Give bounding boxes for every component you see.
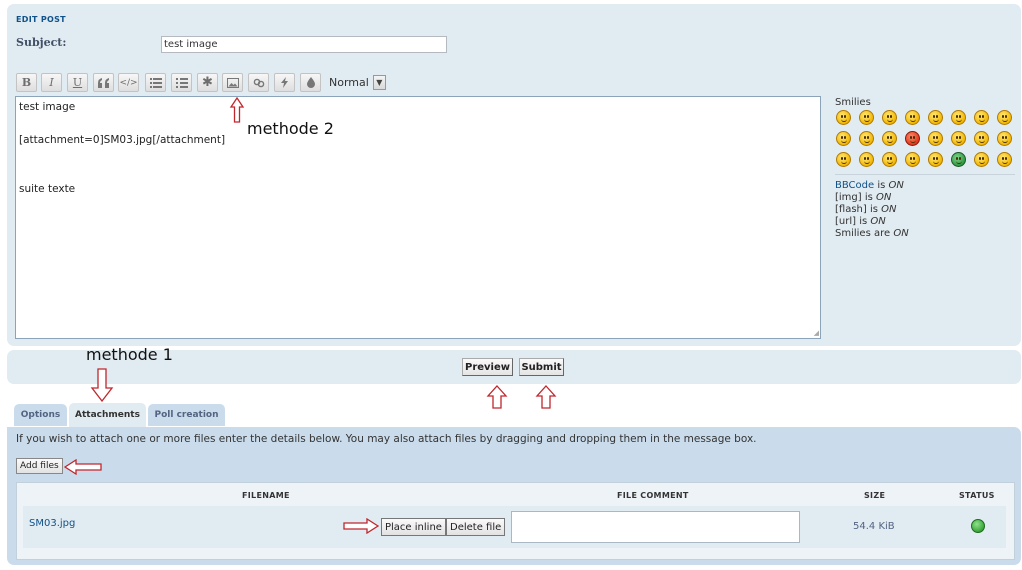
attachments-info: If you wish to attach one or more files …	[16, 433, 757, 445]
image-button[interactable]	[222, 73, 243, 92]
bold-button[interactable]: B	[16, 73, 37, 92]
smiley-icon[interactable]	[997, 152, 1012, 167]
smiley-icon[interactable]	[951, 110, 966, 125]
resize-handle-icon[interactable]: ◢	[814, 329, 819, 337]
smiley-icon[interactable]	[859, 131, 874, 146]
flash-button[interactable]	[274, 73, 295, 92]
smiley-icon[interactable]	[974, 131, 989, 146]
smiley-icon[interactable]	[997, 110, 1012, 125]
place-inline-button[interactable]: Place inline	[381, 518, 446, 536]
smiley-icon[interactable]	[859, 110, 874, 125]
bbcode-status-value: ON	[888, 180, 904, 191]
editor-line: suite texte	[19, 183, 76, 195]
image-icon	[226, 77, 239, 88]
subject-input[interactable]: test image	[161, 36, 447, 53]
numbered-list-icon	[175, 77, 188, 88]
annotation-arrow-left-icon	[64, 459, 102, 475]
url-status: [url] is ON	[835, 216, 886, 227]
smiley-icon[interactable]	[836, 152, 851, 167]
annotation-method-1: methode 1	[86, 345, 173, 364]
bullet-list-button[interactable]	[145, 73, 166, 92]
smilies-status-value: ON	[893, 228, 909, 239]
img-status: [img] is ON	[835, 192, 891, 203]
file-name-link[interactable]: SM03.jpg	[29, 518, 75, 529]
annotation-arrow-right-icon	[343, 518, 379, 534]
column-header-comment: FILE COMMENT	[617, 491, 689, 500]
annotation-arrow-up-icon	[535, 385, 557, 409]
flash-status: [flash] is ON	[835, 204, 897, 215]
underline-button[interactable]: U	[67, 73, 88, 92]
add-files-button[interactable]: Add files	[16, 458, 63, 474]
smilies-status-label: Smilies are	[835, 228, 891, 239]
flash-status-label: [flash] is	[835, 204, 878, 215]
smiley-icon[interactable]	[905, 152, 920, 167]
submit-button[interactable]: Submit	[519, 358, 564, 376]
smiley-icon[interactable]	[928, 131, 943, 146]
img-status-value: ON	[876, 192, 892, 203]
list-item-button[interactable]: ✱	[197, 73, 218, 92]
smiley-icon[interactable]	[974, 152, 989, 167]
file-size: 54.4 KiB	[853, 521, 895, 532]
flash-status-value: ON	[881, 204, 897, 215]
quote-icon	[97, 77, 109, 88]
annotation-arrow-up-icon	[486, 385, 508, 409]
chevron-down-icon: ▼	[372, 75, 386, 90]
img-status-label: [img] is	[835, 192, 873, 203]
smiley-icon[interactable]	[928, 152, 943, 167]
url-status-value: ON	[870, 216, 886, 227]
smiley-icon[interactable]	[859, 152, 874, 167]
tab-attachments[interactable]: Attachments	[69, 403, 146, 427]
tab-options[interactable]: Options	[14, 404, 67, 426]
column-header-size: SIZE	[864, 491, 886, 500]
message-editor[interactable]: test image [attachment=0]SM03.jpg[/attac…	[15, 96, 821, 339]
check-icon	[971, 519, 985, 533]
bbcode-status: BBCode is ON	[835, 180, 904, 191]
smilies-status: Smilies are ON	[835, 228, 909, 239]
quote-button[interactable]	[93, 73, 114, 92]
color-drop-icon	[306, 77, 315, 88]
annotation-arrow-up-icon	[229, 97, 245, 123]
code-icon: </>	[119, 77, 138, 88]
link-icon	[253, 78, 264, 87]
smiley-icon[interactable]	[836, 110, 851, 125]
code-button[interactable]: </>	[118, 73, 139, 92]
column-header-status: STATUS	[959, 491, 995, 500]
divider	[835, 174, 1015, 175]
url-status-label: [url] is	[835, 216, 868, 227]
smilies-title: Smilies	[835, 97, 871, 108]
annotation-method-2: methode 2	[247, 119, 334, 138]
editor-line: [attachment=0]SM03.jpg[/attachment]	[19, 134, 226, 146]
panel-title: EDIT POST	[16, 15, 66, 24]
smiley-icon[interactable]	[905, 110, 920, 125]
numbered-list-button[interactable]	[171, 73, 192, 92]
color-button[interactable]	[300, 73, 321, 92]
link-button[interactable]	[248, 73, 269, 92]
lightning-icon	[280, 77, 288, 88]
smiley-icon[interactable]	[951, 131, 966, 146]
asterisk-icon: ✱	[202, 75, 213, 90]
italic-button[interactable]: I	[41, 73, 62, 92]
smiley-icon[interactable]	[928, 110, 943, 125]
bbcode-link[interactable]: BBCode	[835, 180, 874, 191]
subject-label: Subject:	[16, 36, 67, 49]
smiley-icon[interactable]	[974, 110, 989, 125]
font-size-select[interactable]: Normal ▼	[329, 74, 389, 91]
annotation-arrow-down-icon	[90, 368, 114, 402]
smiley-icon[interactable]	[882, 131, 897, 146]
smiley-icon[interactable]	[997, 131, 1012, 146]
font-size-value: Normal	[329, 76, 369, 89]
file-comment-input[interactable]	[511, 511, 800, 543]
smiley-icon[interactable]	[836, 131, 851, 146]
editor-line: test image	[19, 101, 76, 113]
smiley-icon[interactable]	[882, 110, 897, 125]
smiley-icon[interactable]	[905, 131, 920, 146]
preview-button[interactable]: Preview	[462, 358, 513, 376]
bullet-list-icon	[149, 77, 162, 88]
smiley-icon[interactable]	[951, 152, 966, 167]
tab-poll-creation[interactable]: Poll creation	[148, 404, 225, 426]
delete-file-button[interactable]: Delete file	[446, 518, 506, 536]
column-header-filename: FILENAME	[242, 491, 290, 500]
smiley-icon[interactable]	[882, 152, 897, 167]
